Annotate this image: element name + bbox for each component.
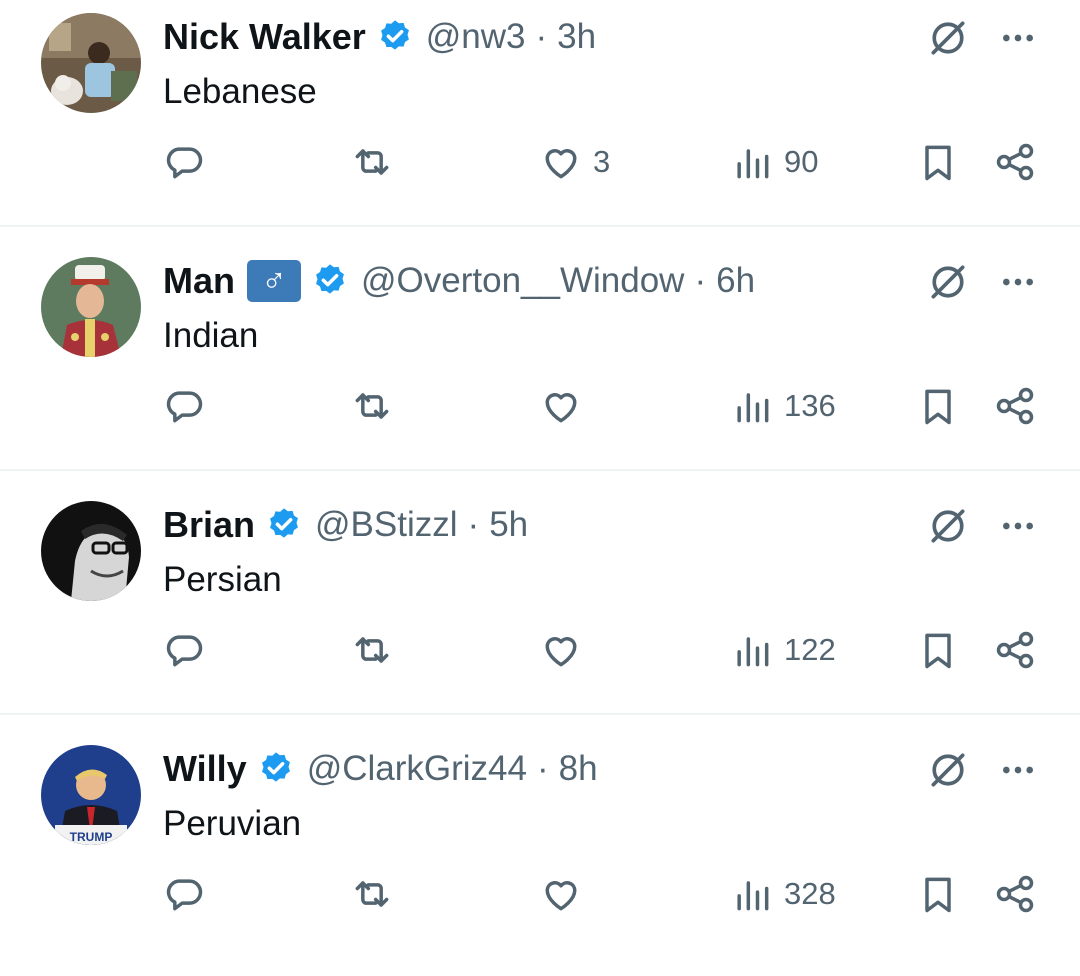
grok-icon[interactable] [926,748,970,792]
display-name[interactable]: Nick Walker [163,16,366,58]
avatar-sign-text: TRUMP [70,830,113,844]
grok-icon[interactable] [926,504,970,548]
heart-icon [545,637,577,667]
verified-badge-icon [270,508,298,538]
male-sign-emoji: ♂ [247,260,301,302]
divider [0,469,1080,471]
share-button[interactable] [993,869,1037,919]
tweet-text: Persian [163,560,282,599]
like-button[interactable] [539,869,593,919]
view-count: 122 [784,632,836,667]
view-count: 136 [784,388,836,423]
view-count: 90 [784,144,819,179]
tweet-text: Lebanese [163,72,317,111]
bookmark-button[interactable] [916,625,960,675]
repost-icon [355,637,389,663]
display-name[interactable]: Man [163,260,235,302]
timestamp[interactable]: 3h [557,17,596,57]
like-button[interactable] [539,381,593,431]
reply-icon [166,391,203,423]
like-button[interactable] [539,625,593,675]
user-handle[interactable]: @ClarkGriz44 [307,749,527,789]
verified-badge-icon [316,264,344,294]
avatar[interactable] [41,257,141,357]
separator: · [467,505,480,544]
verified-badge-icon [261,752,290,782]
views-icon [737,393,769,423]
share-button[interactable] [993,625,1037,675]
views-button[interactable]: 328 [730,869,836,919]
reply-button[interactable] [162,625,206,675]
repost-icon [355,881,389,907]
separator: · [535,17,548,56]
reply-feed: Nick Walker @nw3 · 3h Lebanese 3 90 Man … [0,0,1080,922]
view-count: 328 [784,876,836,911]
more-options-icon[interactable] [998,506,1038,546]
tweet[interactable]: Brian @BStizzl · 5h Persian 122 [0,488,1080,732]
bookmark-icon [925,633,951,669]
views-icon [737,149,769,179]
avatar[interactable]: TRUMP [41,745,141,845]
avatar[interactable] [41,13,141,113]
heart-icon [545,149,577,179]
share-button[interactable] [993,381,1037,431]
share-button[interactable] [993,137,1037,187]
share-icon [996,875,1034,913]
user-handle[interactable]: @nw3 [426,17,526,57]
views-icon [737,637,769,667]
verified-badge-icon [380,20,409,50]
more-options-icon[interactable] [998,18,1038,58]
tweet[interactable]: TRUMP Willy @ClarkGriz44 · 8h Peruvian 3… [0,732,1080,976]
bookmark-button[interactable] [916,381,960,431]
user-handle[interactable]: @Overton__Window [361,261,684,301]
heart-icon [545,393,577,423]
repost-button[interactable] [350,381,394,431]
bookmark-icon [925,389,951,425]
separator: · [537,749,549,788]
heart-icon [545,881,577,911]
views-button[interactable]: 136 [730,381,836,431]
views-icon [737,881,769,911]
divider [0,225,1080,227]
repost-button[interactable] [350,869,394,919]
tweet[interactable]: Man ♂ @Overton__Window · 6h Indian 136 [0,244,1080,488]
bookmark-icon [925,145,951,181]
timestamp[interactable]: 8h [559,749,598,789]
grok-icon[interactable] [926,260,970,304]
like-button[interactable]: 3 [539,137,610,187]
reply-icon [166,635,203,667]
tweet[interactable]: Nick Walker @nw3 · 3h Lebanese 3 90 [0,0,1080,244]
bookmark-icon [925,877,951,913]
bookmark-button[interactable] [916,869,960,919]
timestamp[interactable]: 6h [716,261,755,301]
views-button[interactable]: 90 [730,137,818,187]
share-icon [996,143,1034,181]
repost-icon [355,393,389,419]
share-icon [996,631,1034,669]
views-button[interactable]: 122 [730,625,836,675]
reply-button[interactable] [162,381,206,431]
divider [0,713,1080,715]
display-name[interactable]: Brian [163,504,255,546]
timestamp[interactable]: 5h [489,505,528,545]
repost-button[interactable] [350,625,394,675]
more-options-icon[interactable] [998,750,1038,790]
reply-button[interactable] [162,869,206,919]
reply-button[interactable] [162,137,206,187]
tweet-text: Indian [163,316,259,355]
repost-button[interactable] [350,137,394,187]
share-icon [996,387,1034,425]
reply-icon [166,879,203,911]
tweet-text: Peruvian [163,804,302,843]
reply-icon [166,147,203,179]
grok-icon[interactable] [926,16,970,60]
like-count: 3 [593,144,611,179]
avatar[interactable] [41,501,141,601]
bookmark-button[interactable] [916,137,960,187]
display-name[interactable]: Willy [163,748,247,790]
separator: · [694,261,707,300]
user-handle[interactable]: @BStizzl [315,505,458,545]
more-options-icon[interactable] [998,262,1038,302]
repost-icon [355,149,389,175]
